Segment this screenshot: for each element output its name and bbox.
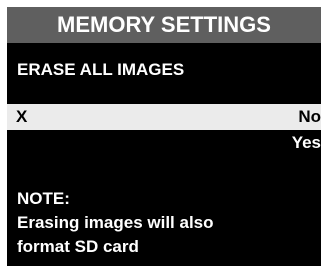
note-line-2: format SD card bbox=[17, 237, 139, 256]
note-label: NOTE: bbox=[17, 189, 70, 208]
selection-marker: X bbox=[16, 107, 28, 126]
screen-title: MEMORY SETTINGS bbox=[7, 7, 321, 43]
option-no[interactable]: X No bbox=[7, 104, 321, 130]
option-yes[interactable]: Yes bbox=[7, 130, 321, 156]
option-label-yes: Yes bbox=[291, 133, 321, 152]
note-line-1: Erasing images will also bbox=[17, 213, 214, 232]
section-heading: ERASE ALL IMAGES bbox=[17, 60, 185, 79]
note-block: NOTE: Erasing images will also format SD… bbox=[17, 187, 317, 259]
option-label-no: No bbox=[298, 107, 321, 126]
memory-settings-screen: MEMORY SETTINGS ERASE ALL IMAGES X No Ye… bbox=[7, 7, 321, 266]
